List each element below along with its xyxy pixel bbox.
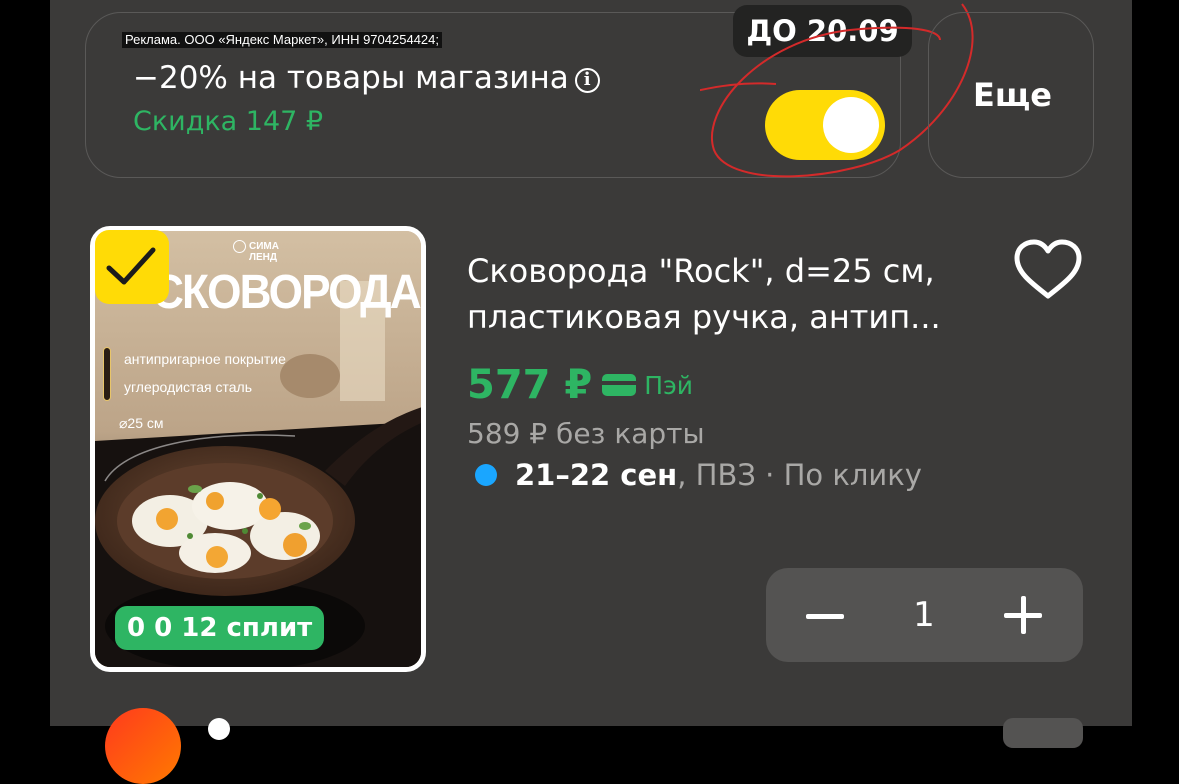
product-title-line-2[interactable]: пластиковая ручка, антип... [467,294,1007,340]
increase-button[interactable] [1004,596,1042,634]
promo-title: −20% на товары магазина i [133,55,600,101]
delivery-dot-icon [475,464,497,486]
more-label[interactable]: Еще [973,72,1052,118]
image-feature-2: углеродистая сталь [124,379,253,395]
split-badge-text: 0 0 12 сплит [127,613,313,643]
image-title: СКОВОРОДА [152,266,421,319]
delivery-rest: , ПВЗ · По клику [677,458,922,492]
split-badge: 0 0 12 сплит [115,606,325,650]
delivery-info: 21–22 сен, ПВЗ · По клику [467,454,922,496]
delivery-date: 21–22 сен [515,458,678,492]
promo-title-text: −20% на товары магазина [133,60,569,96]
old-price: 589 ₽ без карты [467,417,705,450]
screen: Реклама. ООО «Яндекс Маркет», ИНН 970425… [0,0,1179,784]
deadline-badge: ДО 20.09 [733,5,912,57]
price-row: 577 ₽ Пэй [467,358,693,412]
next-item-icon [208,718,230,740]
pay-label: Пэй [644,371,694,400]
image-feature-1: антипригарное покрытие [124,351,286,367]
info-icon[interactable]: i [574,68,600,93]
promo-toggle[interactable] [765,90,885,160]
brand-logo-icon [233,240,246,253]
card-icon [602,374,637,396]
feature-bar-icon [103,347,111,401]
product-title[interactable]: Сковорода "Rock", d=25 см, пластиковая р… [467,248,1007,340]
decrease-button[interactable] [806,614,844,619]
checkmark-icon [106,247,156,285]
promo-discount: Скидка 147 ₽ [133,106,324,137]
price: 577 ₽ [467,362,593,408]
toggle-knob [823,97,879,153]
quantity-value: 1 [913,595,935,635]
next-item-control[interactable] [1003,718,1083,748]
quantity-stepper: 1 [766,568,1083,662]
ad-disclaimer: Реклама. ООО «Яндекс Маркет», ИНН 970425… [122,32,442,48]
next-shop-logo[interactable] [105,708,181,784]
product-title-line-1[interactable]: Сковорода "Rock", d=25 см, [467,248,1007,294]
select-checkbox[interactable] [95,230,169,304]
image-brand: СИМА ЛЕНД [249,241,279,263]
favorite-heart-icon[interactable] [1012,238,1084,300]
image-diameter: ⌀25 см [119,415,164,431]
